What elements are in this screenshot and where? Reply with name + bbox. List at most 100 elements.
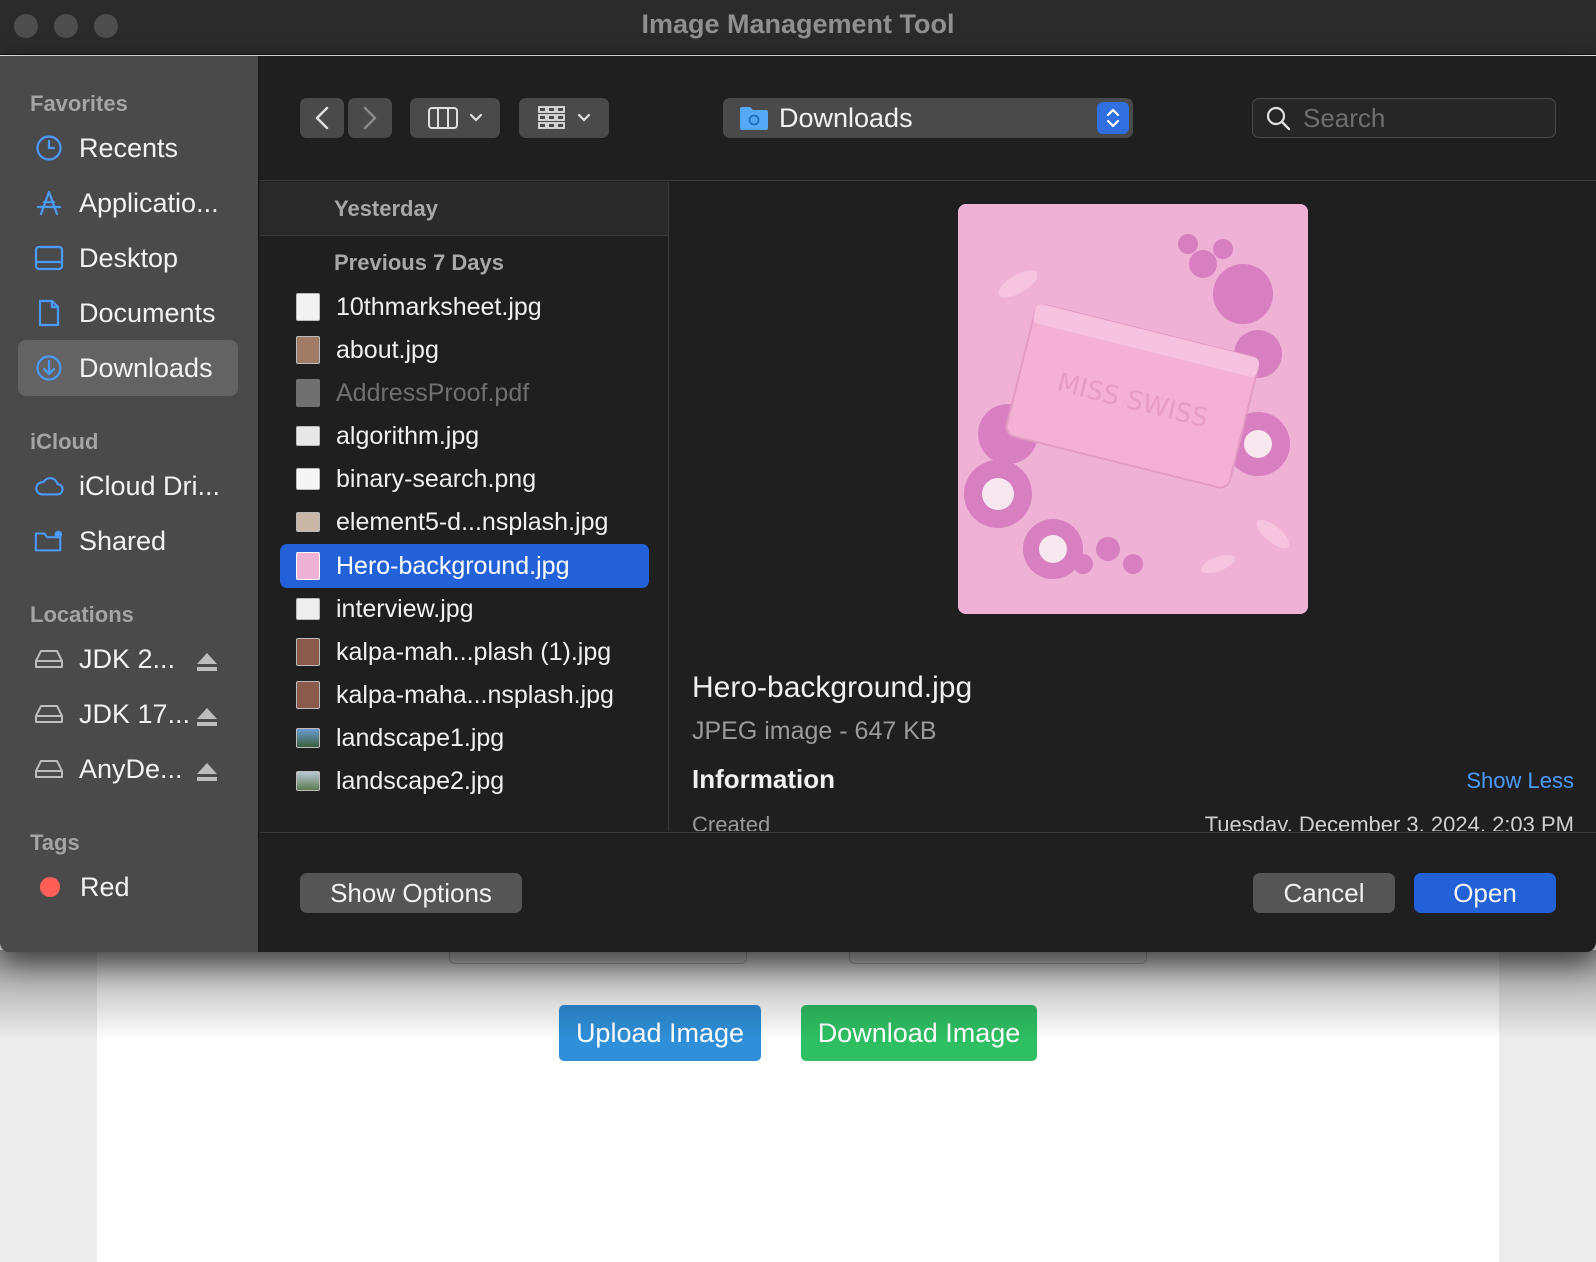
file-name: landscape2.jpg [336, 766, 505, 795]
sidebar-item-icloud-drive[interactable]: iCloud Dri... [18, 458, 238, 514]
file-thumbnail-icon [296, 336, 320, 364]
file-row[interactable]: 10thmarksheet.jpg [280, 285, 649, 329]
sidebar-item-label: Desktop [79, 242, 179, 273]
file-thumbnail-icon [296, 598, 320, 620]
file-row[interactable]: binary-search.png [280, 457, 649, 501]
back-button[interactable] [300, 98, 344, 138]
view-mode-button[interactable] [410, 98, 500, 138]
sidebar-item-jdk-2[interactable]: JDK 2... [18, 631, 238, 687]
file-thumbnail-icon [296, 512, 320, 532]
sidebar-item-label: JDK 2... [79, 643, 176, 674]
file-thumbnail-icon [296, 552, 320, 580]
file-list: Yesterday Previous 7 Days 10thmarksheet.… [260, 182, 669, 831]
sidebar-item-label: Downloads [79, 352, 213, 383]
file-row-selected[interactable]: Hero-background.jpg [280, 544, 649, 588]
search-input[interactable] [1303, 102, 1543, 134]
file-row[interactable]: algorithm.jpg [280, 414, 649, 458]
sidebar-section-locations: Locations [30, 602, 134, 627]
drive-icon [34, 644, 64, 674]
sidebar-item-documents[interactable]: Documents [18, 285, 238, 341]
preview-file-name: Hero-background.jpg [692, 671, 973, 704]
group-by-button[interactable] [519, 98, 609, 138]
show-less-link[interactable]: Show Less [1466, 768, 1574, 794]
pdf-file-icon [296, 379, 320, 407]
upload-image-button[interactable]: Upload Image [559, 1005, 761, 1061]
location-popup[interactable]: Downloads [723, 98, 1133, 138]
chevron-left-icon [315, 106, 329, 130]
forward-button[interactable] [348, 98, 392, 138]
open-file-dialog: Favorites Recents Applicatio... Desktop … [0, 56, 1596, 952]
eject-icon[interactable] [196, 648, 218, 679]
toolbar: Downloads [260, 56, 1596, 181]
file-name: algorithm.jpg [336, 421, 480, 450]
file-row: AddressProof.pdf [280, 371, 649, 415]
preview-image: MISS SWISS [958, 204, 1308, 614]
file-row[interactable]: landscape1.jpg [280, 716, 649, 760]
sidebar-section-icloud: iCloud [30, 429, 99, 454]
dialog-footer: Show Options Cancel Open [260, 832, 1596, 952]
eject-icon[interactable] [196, 758, 218, 789]
sidebar: Favorites Recents Applicatio... Desktop … [0, 56, 259, 952]
window-title: Image Management Tool [641, 9, 955, 39]
file-row[interactable]: kalpa-maha...nsplash.jpg [280, 673, 649, 717]
file-row[interactable]: interview.jpg [280, 587, 649, 631]
file-name: interview.jpg [336, 594, 474, 623]
cancel-button[interactable]: Cancel [1253, 873, 1395, 913]
sidebar-item-label: Recents [79, 132, 179, 163]
file-thumbnail-icon [296, 771, 320, 791]
sidebar-section-favorites: Favorites [30, 91, 128, 116]
clock-icon [34, 133, 64, 163]
file-name: Hero-background.jpg [336, 551, 570, 580]
sidebar-item-tag-red[interactable]: Red [18, 859, 238, 915]
preview-pane: MISS SWISS Hero-background.jpg JPEG imag… [670, 182, 1596, 831]
sidebar-item-jdk-17[interactable]: JDK 17... [18, 686, 238, 742]
chevron-down-icon [469, 113, 483, 122]
search-field[interactable] [1252, 98, 1556, 138]
columns-view-icon [428, 107, 458, 129]
tag-color-dot [40, 877, 60, 897]
up-down-arrows-icon [1106, 108, 1120, 128]
location-stepper[interactable] [1097, 102, 1129, 134]
file-name: binary-search.png [336, 464, 537, 493]
sidebar-item-label: AnyDe... [79, 753, 183, 784]
file-name: about.jpg [336, 335, 439, 364]
sidebar-item-label: Red [80, 871, 130, 902]
file-thumbnail-icon [296, 426, 320, 446]
sidebar-item-label: Applicatio... [79, 187, 219, 218]
open-button[interactable]: Open [1414, 873, 1556, 913]
chevron-right-icon [363, 106, 377, 130]
desktop-icon [34, 243, 64, 273]
information-heading: Information [692, 764, 835, 794]
group-header-previous-7-days: Previous 7 Days [334, 250, 504, 275]
sidebar-item-label: iCloud Dri... [79, 470, 221, 501]
sidebar-item-shared[interactable]: Shared [18, 513, 238, 569]
sidebar-item-desktop[interactable]: Desktop [18, 230, 238, 286]
file-row[interactable]: about.jpg [280, 328, 649, 372]
file-name: kalpa-maha...nsplash.jpg [336, 680, 614, 709]
browser-main: Downloads Yesterday Previous 7 Days 10th… [260, 56, 1596, 952]
document-icon [34, 298, 64, 328]
sidebar-item-applications[interactable]: Applicatio... [18, 175, 238, 231]
background-page [97, 940, 1499, 1262]
file-thumbnail-icon [296, 681, 320, 709]
show-options-button[interactable]: Show Options [300, 873, 522, 913]
file-row[interactable]: landscape2.jpg [280, 759, 649, 803]
file-row[interactable]: kalpa-mah...plash (1).jpg [280, 630, 649, 674]
cloud-icon [34, 471, 64, 501]
sidebar-item-label: Shared [79, 525, 167, 556]
file-thumbnail-icon [296, 468, 320, 490]
file-name: landscape1.jpg [336, 723, 505, 752]
created-value: Tuesday, December 3, 2024, 2:03 PM [1204, 812, 1574, 831]
file-name: kalpa-mah...plash (1).jpg [336, 637, 612, 666]
chevron-down-icon [577, 113, 591, 122]
download-image-button[interactable]: Download Image [801, 1005, 1037, 1061]
sidebar-item-anydesk[interactable]: AnyDe... [18, 741, 238, 797]
sidebar-item-downloads[interactable]: Downloads [18, 340, 238, 396]
file-row[interactable]: element5-d...nsplash.jpg [280, 500, 649, 544]
eject-icon[interactable] [196, 703, 218, 734]
group-header-yesterday: Yesterday [260, 182, 668, 236]
drive-icon [34, 754, 64, 784]
sidebar-item-recents[interactable]: Recents [18, 120, 238, 176]
file-name: AddressProof.pdf [336, 378, 530, 407]
shared-folder-icon [34, 526, 64, 556]
